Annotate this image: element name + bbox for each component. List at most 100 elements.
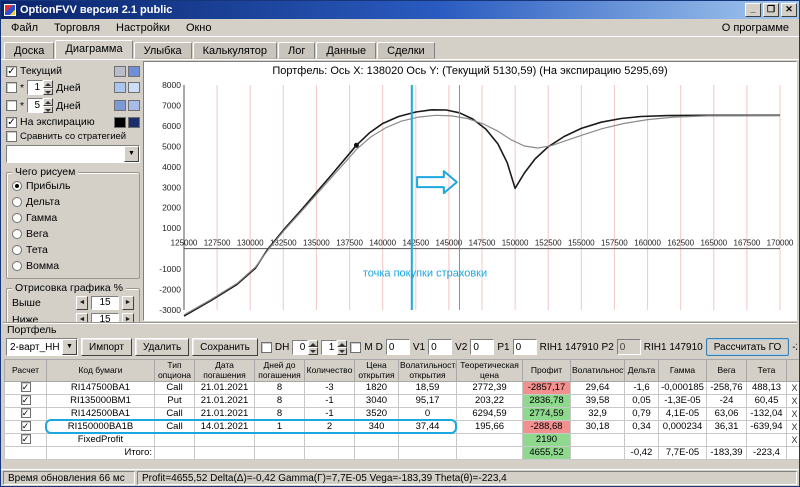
dh-stepper-2[interactable]: 1 [321,339,348,355]
radio-icon[interactable] [12,181,22,191]
row-delete-button[interactable]: X [786,407,799,421]
table-header-row: Расчет Код бумаги Тип опциона Дата погашени… [4,359,799,382]
strategy-select[interactable]: ▼ [6,145,140,163]
maximize-button[interactable]: ❐ [763,3,779,17]
menu-item-Окно[interactable]: Окно [178,20,220,36]
dh-stepper-1[interactable]: 0 [292,339,319,355]
expiry-checkbox[interactable]: ✓ [6,116,17,128]
menu-about[interactable]: О программе [714,20,797,36]
current-checkbox[interactable]: ✓ [6,65,17,77]
day1-color-1[interactable] [114,82,126,93]
dh-checkbox[interactable] [260,341,272,353]
import-button[interactable]: Импорт [81,338,132,356]
tab-Диаграмма[interactable]: Диаграмма [55,40,133,59]
profit-chart[interactable]: -3000 -2000 -1000 1000 2000 3000 4000 5000 6000 7… [144,77,796,320]
radio-option-Вомма[interactable]: Вомма [12,260,134,272]
save-button[interactable]: Сохранить [192,338,258,356]
chevron-down-icon[interactable]: ▼ [62,339,77,355]
radio-icon[interactable] [12,197,22,207]
radio-icon[interactable] [12,245,22,255]
current-color-2[interactable] [128,65,140,77]
calc-go-button[interactable]: Рассчитать ГО [705,338,790,356]
row-checkbox[interactable]: ✓ [20,421,31,431]
cell-open_vol: 95,17 [398,394,457,408]
spin-down-icon[interactable] [43,105,54,113]
day1-checkbox[interactable] [6,82,17,93]
row-delete-button[interactable]: X [786,433,799,447]
above-value[interactable]: 15 [91,296,119,310]
spin-up-icon[interactable] [43,98,54,106]
spin-down-icon[interactable] [308,347,319,355]
row-check-cell[interactable]: ✓ [4,433,47,447]
radio-icon[interactable] [12,213,22,223]
row-check-cell[interactable]: ✓ [4,381,47,395]
chart-svg[interactable]: -3000 -2000 -1000 1000 2000 3000 4000 5000 6000 7… [144,77,796,320]
expiry-color-2[interactable] [128,116,140,128]
app-window: OptionFVV версия 2.1 public _ ❐ ✕ Файл То… [0,0,800,487]
day1-color-2[interactable] [128,82,140,93]
spin-up-icon[interactable] [308,339,319,347]
minimize-button[interactable]: _ [745,3,761,17]
row-delete-button[interactable]: X [786,394,799,408]
radio-icon[interactable] [12,261,22,271]
menu-item-Настройки[interactable]: Настройки [108,20,178,36]
close-button[interactable]: ✕ [781,3,797,17]
radio-option-Прибыль[interactable]: Прибыль [12,180,134,192]
day1-stepper[interactable]: 1 [27,80,54,95]
day5-checkbox[interactable] [6,100,17,111]
row-check-cell[interactable]: ✓ [4,420,47,434]
cell-theo: 203,22 [456,394,523,408]
day5-stepper[interactable]: 5 [27,98,54,113]
tab-Улыбка[interactable]: Улыбка [133,42,192,59]
radio-option-Дельта[interactable]: Дельта [12,196,134,208]
p2-input[interactable] [616,339,641,355]
current-color-1[interactable] [114,65,126,77]
row-delete-button[interactable]: X [786,381,799,395]
cell-delta [624,433,659,447]
spin-down-icon[interactable] [337,347,348,355]
tab-Сделки[interactable]: Сделки [377,42,435,59]
portfolio-preset-select[interactable]: 2-варт_НН ▼ [6,338,78,356]
row-checkbox[interactable]: ✓ [20,395,31,405]
row-checkbox[interactable]: ✓ [20,408,31,418]
radio-icon[interactable] [12,229,22,239]
menu-item-Торговля[interactable]: Торговля [46,20,108,36]
tab-Данные[interactable]: Данные [316,42,377,59]
above-increase-button[interactable]: ► [122,296,134,310]
tab-Доска[interactable]: Доска [4,42,55,59]
radio-option-Гамма[interactable]: Гамма [12,212,134,224]
row-checkbox[interactable]: ✓ [20,434,31,444]
spin-up-icon[interactable] [337,339,348,347]
v1-input[interactable] [428,339,453,355]
tab-Лог[interactable]: Лог [278,42,316,59]
d-input[interactable] [385,339,410,355]
radio-option-Вега[interactable]: Вега [12,228,134,240]
expiry-color-1[interactable] [114,116,126,128]
portfolio-toolbar: 2-варт_НН ▼ Импорт Удалить Сохранить DH … [3,337,797,359]
spin-up-icon[interactable] [43,80,54,88]
day5-color-1[interactable] [114,100,126,111]
titlebar[interactable]: OptionFVV версия 2.1 public _ ❐ ✕ [1,1,799,19]
cell-date: 14.01.2021 [194,420,255,434]
above-decrease-button[interactable]: ◄ [76,296,88,310]
row-checkbox[interactable]: ✓ [20,382,31,392]
v2-input[interactable] [470,339,495,355]
m-checkbox[interactable] [350,341,362,353]
radio-option-Тета[interactable]: Тета [12,244,134,256]
menu-item-Файл[interactable]: Файл [3,20,46,36]
delete-button[interactable]: Удалить [134,338,190,356]
p1-input[interactable] [512,339,537,355]
day5-color-2[interactable] [128,100,140,111]
tab-Калькулятор[interactable]: Калькулятор [192,42,278,59]
row-delete-button[interactable]: X [786,420,799,434]
compare-checkbox[interactable] [6,131,17,142]
chevron-down-icon[interactable]: ▼ [124,146,139,162]
below-decrease-button[interactable]: ◄ [76,313,88,322]
below-increase-button[interactable]: ► [122,313,134,322]
row-check-cell[interactable]: ✓ [4,394,47,408]
cell-open_price: 1820 [354,381,399,395]
row-check-cell[interactable]: ✓ [4,407,47,421]
svg-text:1000: 1000 [162,223,181,233]
below-value[interactable]: 15 [91,313,119,322]
spin-down-icon[interactable] [43,87,54,95]
